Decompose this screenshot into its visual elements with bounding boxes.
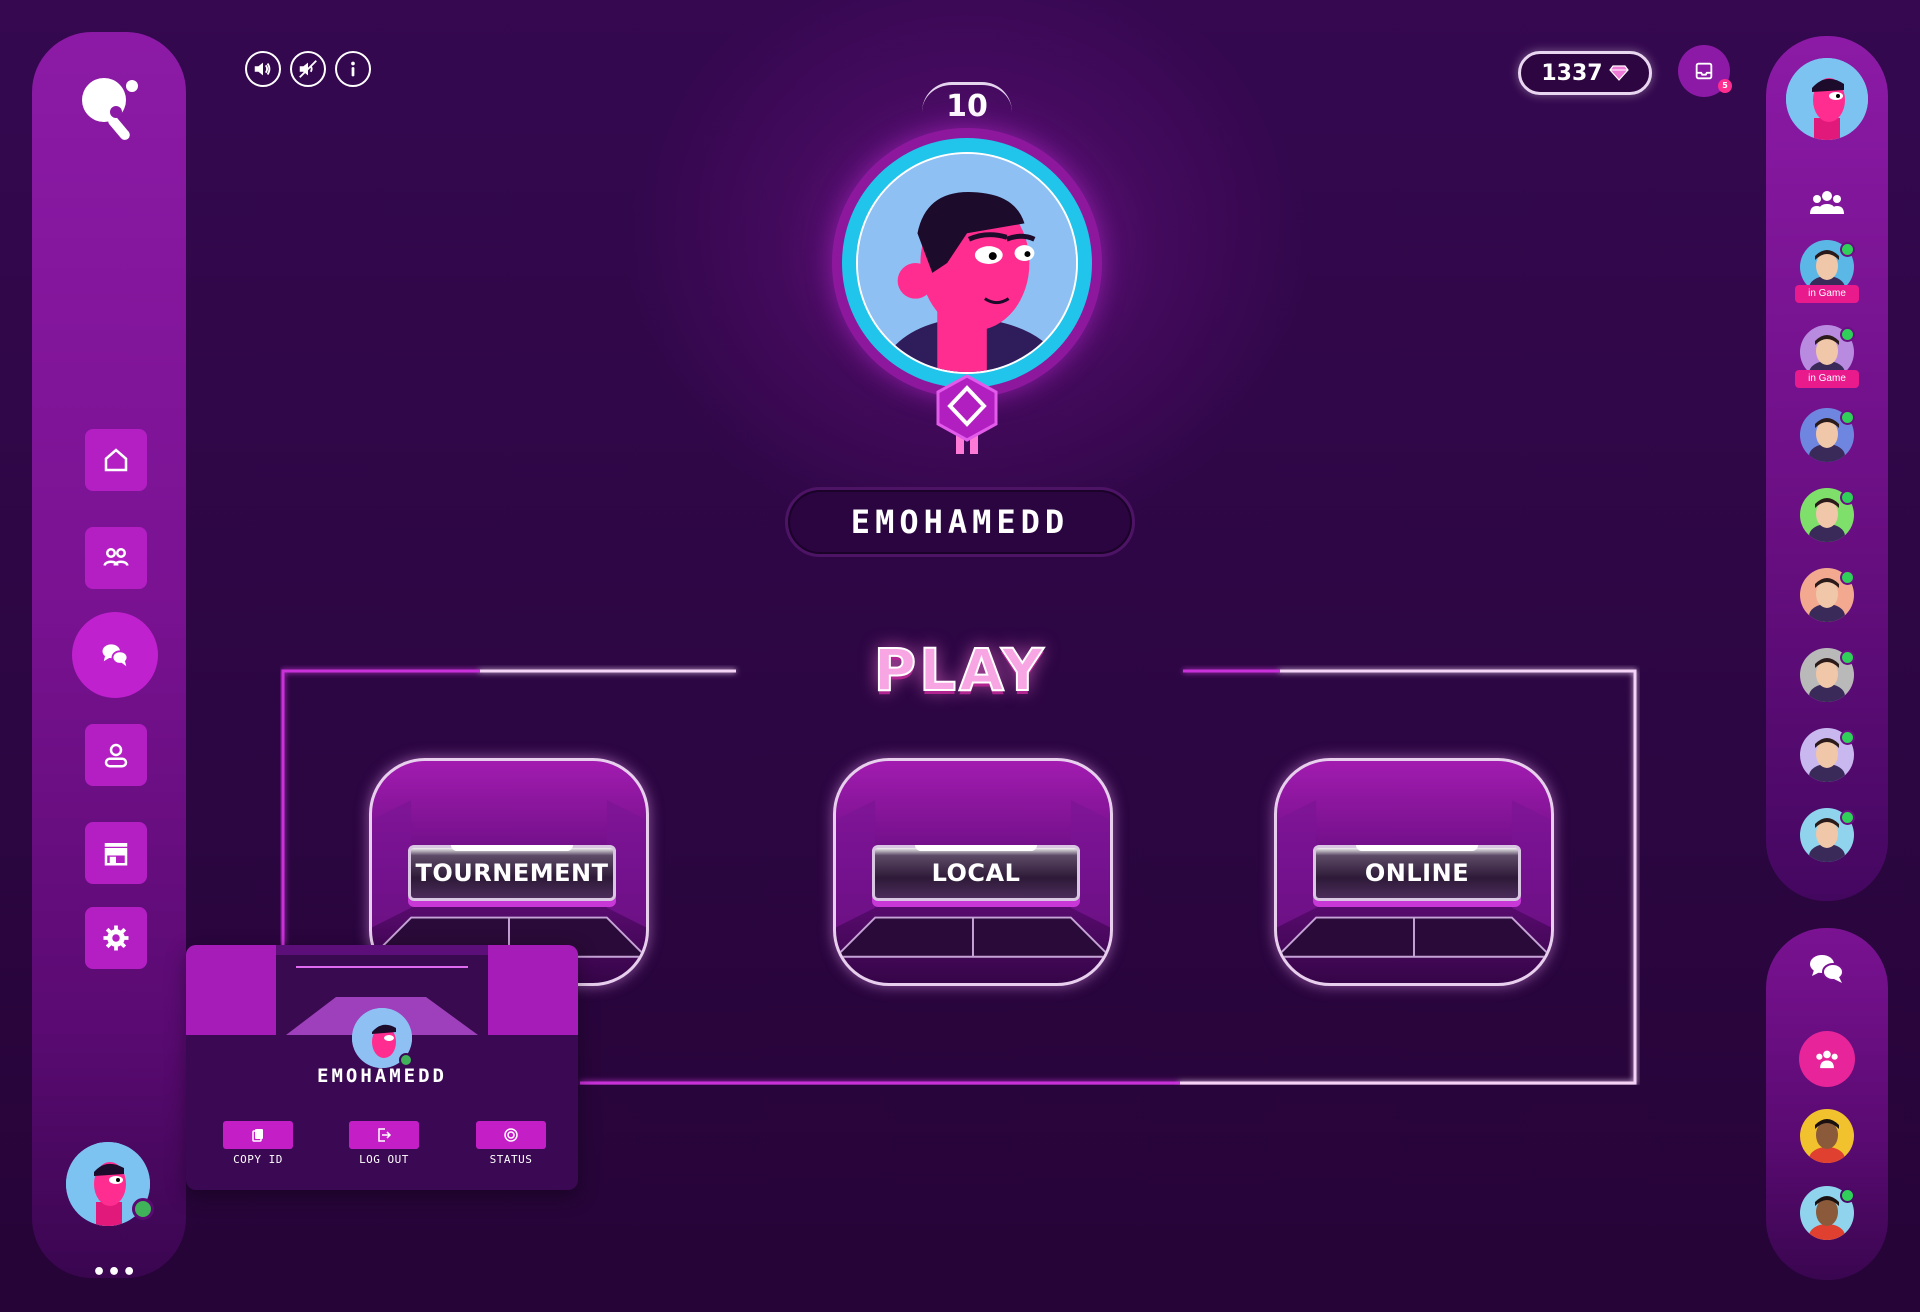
nav-users-button[interactable] <box>85 527 147 589</box>
inbox-button[interactable]: 5 <box>1678 45 1732 97</box>
player-avatar[interactable] <box>856 152 1078 374</box>
home-icon <box>104 448 128 472</box>
nav-profile-button[interactable] <box>85 724 147 786</box>
chat-contact-online-dot <box>1840 1188 1855 1203</box>
settings-icon <box>103 925 129 951</box>
group-icon <box>1816 1050 1838 1069</box>
player-username: EMOHAMEDD <box>785 487 1135 557</box>
inbox-badge: 5 <box>1718 79 1732 93</box>
friend-online-dot <box>1840 730 1855 745</box>
friend-online-dot <box>1840 327 1855 342</box>
copy-id-action[interactable]: COPY ID <box>223 1121 293 1166</box>
copy-id-label: COPY ID <box>233 1153 283 1166</box>
logout-icon <box>378 1128 392 1142</box>
ping-pong-logo-icon[interactable] <box>78 74 142 144</box>
profile-icon <box>104 743 128 768</box>
nav-settings-button[interactable] <box>85 907 147 969</box>
chat-icon[interactable] <box>1808 952 1846 986</box>
diamond-icon <box>1608 65 1629 81</box>
inbox-icon <box>1695 62 1713 80</box>
logout-action[interactable]: LOG OUT <box>349 1121 419 1166</box>
status-icon <box>504 1128 518 1142</box>
popover-username: EMOHAMEDD <box>317 1065 447 1087</box>
friend-online-dot <box>1840 570 1855 585</box>
online-mode-label: ONLINE <box>1313 845 1521 901</box>
info-button[interactable] <box>335 51 371 87</box>
friend-online-dot <box>1840 410 1855 425</box>
online-mode-card[interactable]: ONLINE <box>1274 758 1554 986</box>
status-action[interactable]: STATUS <box>476 1121 546 1166</box>
group-chat-button[interactable] <box>1799 1031 1855 1087</box>
left-sidebar: ••• <box>32 32 186 1285</box>
rank-badge-icon <box>936 374 998 454</box>
tournament-mode-label: TOURNEMENT <box>408 845 616 901</box>
speaker-on-icon <box>254 62 271 76</box>
status-label: STATUS <box>489 1153 533 1166</box>
player-level: 10 <box>922 82 1012 124</box>
more-options-button[interactable]: ••• <box>92 1260 137 1285</box>
info-icon <box>351 61 355 77</box>
avatar-illustration <box>858 154 1076 372</box>
chat-contact-avatar[interactable] <box>1800 1109 1854 1163</box>
store-icon <box>104 843 128 866</box>
logout-button[interactable] <box>349 1121 419 1149</box>
friend-status-badge: in Game <box>1795 370 1859 388</box>
status-button[interactable] <box>476 1121 546 1149</box>
nav-home-button[interactable] <box>85 429 147 491</box>
copy-id-button[interactable] <box>223 1121 293 1149</box>
nav-store-button[interactable] <box>85 822 147 884</box>
friend-status-badge: in Game <box>1795 285 1859 303</box>
friend-online-dot <box>1840 242 1855 257</box>
local-mode-card[interactable]: LOCAL <box>833 758 1113 986</box>
my-avatar[interactable] <box>1786 58 1868 140</box>
music-toggle-button[interactable] <box>290 51 326 87</box>
play-title: PLAY <box>873 635 1047 705</box>
nav-chat-button[interactable] <box>72 612 158 698</box>
logout-label: LOG OUT <box>359 1153 409 1166</box>
sound-toggle-button[interactable] <box>245 51 281 87</box>
friends-group-icon <box>1810 191 1844 214</box>
profile-popover: EMOHAMEDD COPY ID LOG OUT STATUS <box>186 945 578 1190</box>
speaker-muted-icon <box>299 60 317 78</box>
gem-balance[interactable]: 1337 <box>1518 51 1652 95</box>
copy-icon <box>252 1129 263 1142</box>
gem-count: 1337 <box>1541 60 1603 86</box>
users-icon <box>103 548 129 566</box>
friend-online-dot <box>1840 810 1855 825</box>
chat-icon <box>102 644 129 667</box>
friend-online-dot <box>1840 490 1855 505</box>
friend-online-dot <box>1840 650 1855 665</box>
player-avatar-frame <box>832 128 1102 398</box>
online-status-dot <box>132 1198 154 1220</box>
local-mode-label: LOCAL <box>872 845 1080 901</box>
